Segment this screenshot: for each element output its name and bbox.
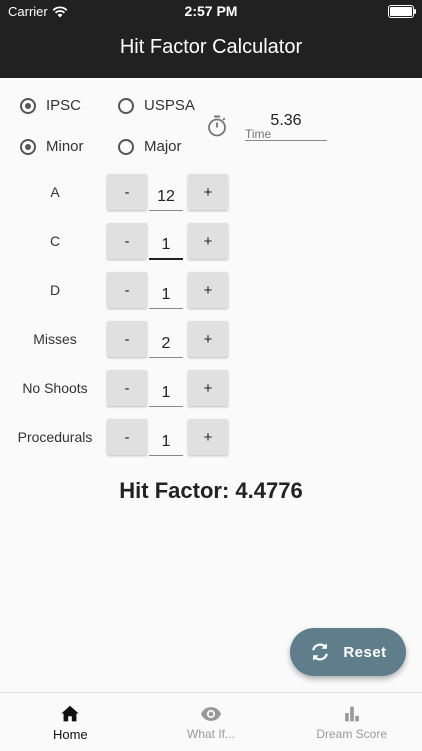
decrement-no-shoots-button[interactable]: - xyxy=(107,370,147,406)
time-input[interactable]: 5.36 Time xyxy=(245,110,327,141)
nav-item-what-if[interactable]: What If... xyxy=(141,693,282,751)
eye-icon xyxy=(200,707,222,721)
nav-item-home[interactable]: Home xyxy=(0,693,141,751)
nav-label: Dream Score xyxy=(316,727,388,741)
reset-button[interactable]: Reset xyxy=(290,628,406,676)
decrement-a-button[interactable]: - xyxy=(107,174,147,210)
increment-c-button[interactable]: + xyxy=(188,223,228,259)
hit-factor-result: Hit Factor: 4.4776 xyxy=(119,478,303,503)
radio-uspsa[interactable]: USPSA xyxy=(118,97,195,114)
score-label-a: A xyxy=(50,184,60,200)
page-title: Hit Factor Calculator xyxy=(119,36,303,58)
nav-label: Home xyxy=(52,727,88,742)
increment-d-button[interactable]: + xyxy=(188,272,228,308)
increment-procedurals-button[interactable]: + xyxy=(188,419,228,455)
radio-label: Major xyxy=(144,138,182,155)
increment-misses-button[interactable]: + xyxy=(188,321,228,357)
decrement-misses-button[interactable]: - xyxy=(107,321,147,357)
count-a-input[interactable]: 12 xyxy=(149,184,183,211)
status-time: 2:57 PM xyxy=(184,3,238,19)
radio-button-icon xyxy=(118,97,134,114)
count-misses-input[interactable]: 2 xyxy=(149,331,183,358)
radio-button-icon xyxy=(20,97,36,114)
score-label-d: D xyxy=(49,282,61,298)
nav-label: What If... xyxy=(187,727,236,741)
radio-minor[interactable]: Minor xyxy=(20,138,84,155)
increment-a-button[interactable]: + xyxy=(188,174,228,210)
refresh-icon xyxy=(312,643,329,661)
reset-label: Reset xyxy=(343,643,387,661)
time-label: Time xyxy=(245,127,272,141)
bar-chart-icon xyxy=(344,706,359,722)
increment-no-shoots-button[interactable]: + xyxy=(188,370,228,406)
radio-label: IPSC xyxy=(46,97,82,114)
app-bar: Carrier 2:57 PM Hit Factor Calculator xyxy=(0,0,422,78)
score-label-procedurals: Procedurals xyxy=(17,429,93,445)
radio-label: Minor xyxy=(46,138,84,155)
status-bar: Carrier 2:57 PM xyxy=(0,0,422,24)
score-label-misses: Misses xyxy=(33,331,77,347)
score-label-no-shoots: No Shoots xyxy=(22,380,88,396)
radio-ipsc[interactable]: IPSC xyxy=(20,97,81,114)
stopwatch-icon xyxy=(208,115,226,137)
radio-label: USPSA xyxy=(144,97,195,114)
decrement-c-button[interactable]: - xyxy=(107,223,147,259)
home-icon xyxy=(61,705,80,722)
nav-item-dream-score[interactable]: Dream Score xyxy=(281,693,422,751)
battery-icon xyxy=(388,5,416,18)
decrement-procedurals-button[interactable]: - xyxy=(107,419,147,455)
radio-button-icon xyxy=(118,138,134,155)
count-c-input[interactable]: 1 xyxy=(149,232,183,260)
decrement-d-button[interactable]: - xyxy=(107,272,147,308)
bottom-navigation: Home What If... Dream Score xyxy=(0,692,422,751)
count-procedurals-input[interactable]: 1 xyxy=(149,429,183,456)
score-label-c: C xyxy=(49,233,61,249)
count-no-shoots-input[interactable]: 1 xyxy=(149,380,183,407)
radio-major[interactable]: Major xyxy=(118,138,182,155)
radio-button-icon xyxy=(20,138,36,155)
count-d-input[interactable]: 1 xyxy=(149,282,183,309)
